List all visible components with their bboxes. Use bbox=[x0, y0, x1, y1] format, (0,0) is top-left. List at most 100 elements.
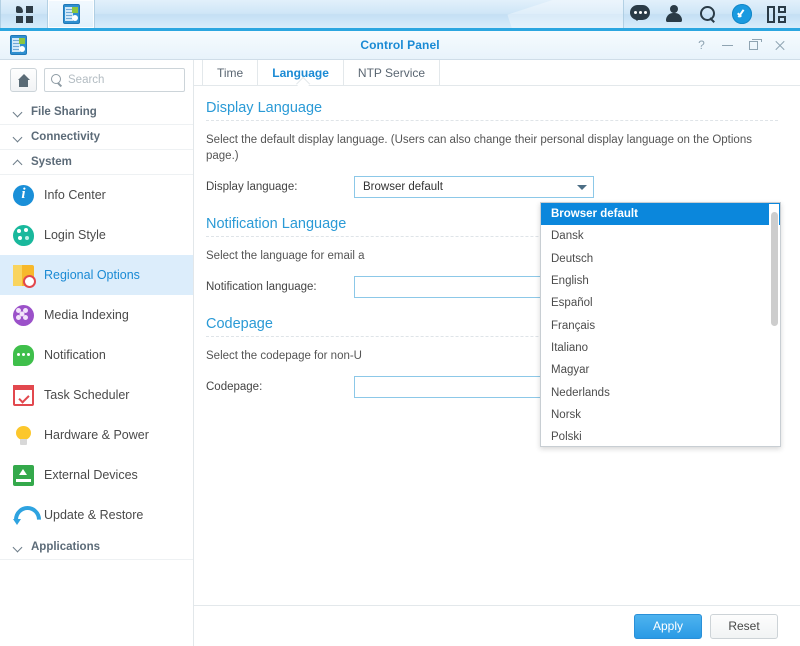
control-panel-window: Control Panel ? Search File Sharing Conn… bbox=[0, 31, 800, 646]
tab-label: Time bbox=[217, 65, 244, 80]
sidebar-item-login-style[interactable]: Login Style bbox=[0, 215, 193, 255]
sidebar-section-label: Connectivity bbox=[31, 131, 101, 143]
sidebar-section-label: File Sharing bbox=[31, 106, 97, 118]
sidebar-item-media-indexing[interactable]: Media Indexing bbox=[0, 295, 193, 335]
chevron-down-icon bbox=[14, 543, 23, 552]
window-body: File Sharing Connectivity System Info Ce… bbox=[0, 60, 800, 646]
taskbar-divider bbox=[623, 0, 624, 28]
tab-language[interactable]: Language bbox=[258, 60, 344, 85]
tab-time[interactable]: Time bbox=[202, 60, 259, 85]
sidebar-item-update-restore[interactable]: Update & Restore bbox=[0, 495, 193, 535]
dropdown-option[interactable]: Nederlands bbox=[541, 381, 780, 403]
home-button[interactable] bbox=[10, 68, 37, 92]
taskbar-tray bbox=[624, 0, 800, 28]
main-pane: Time Language NTP Service Display Langua… bbox=[194, 60, 800, 646]
sidebar-sections: File Sharing Connectivity System Info Ce… bbox=[0, 99, 193, 646]
reset-button[interactable]: Reset bbox=[710, 613, 778, 639]
dropdown-option[interactable]: Español bbox=[541, 292, 780, 314]
settings-content: Display Language Select the default disp… bbox=[194, 86, 800, 605]
task-scheduler-icon bbox=[13, 384, 34, 406]
sidebar-item-label: Notification bbox=[44, 347, 106, 362]
tab-bar: Time Language NTP Service bbox=[194, 60, 800, 86]
group-display-language: Display Language Select the default disp… bbox=[206, 100, 778, 199]
regional-options-icon bbox=[13, 264, 36, 288]
sidebar-item-label: External Devices bbox=[44, 467, 138, 482]
dropdown-option[interactable]: Browser default bbox=[541, 203, 780, 226]
dropdown-option[interactable]: Français bbox=[541, 314, 780, 336]
sidebar-item-external-devices[interactable]: External Devices bbox=[0, 455, 193, 495]
search-icon bbox=[51, 74, 63, 86]
tab-ntp-service[interactable]: NTP Service bbox=[344, 60, 441, 85]
search-icon[interactable] bbox=[692, 0, 724, 30]
sidebar-section-label: System bbox=[31, 156, 72, 168]
field-display-language: Display language: Browser default bbox=[206, 176, 778, 199]
apply-button[interactable]: Apply bbox=[634, 613, 702, 639]
sidebar-section-connectivity[interactable]: Connectivity bbox=[0, 125, 193, 150]
dropdown-option[interactable]: Deutsch bbox=[541, 248, 780, 270]
dropdown-option[interactable]: Norsk bbox=[541, 404, 780, 426]
notification-icon bbox=[13, 344, 34, 366]
sidebar-header bbox=[0, 60, 193, 99]
dropdown-option[interactable]: Dansk bbox=[541, 225, 780, 247]
display-language-dropdown[interactable]: Browser default Dansk Deutsch English Es… bbox=[540, 202, 781, 447]
bulb-icon bbox=[13, 425, 34, 446]
field-label: Codepage: bbox=[206, 381, 263, 394]
sidebar-item-info-center[interactable]: Info Center bbox=[0, 175, 193, 215]
section-description: Select the default display language. (Us… bbox=[206, 134, 752, 163]
sidebar-item-label: Task Scheduler bbox=[44, 387, 130, 402]
sidebar-item-task-scheduler[interactable]: Task Scheduler bbox=[0, 375, 193, 415]
search-box[interactable] bbox=[44, 68, 185, 92]
window-controls: ? bbox=[689, 33, 792, 57]
field-label: Notification language: bbox=[206, 281, 317, 294]
sidebar-item-label: Media Indexing bbox=[44, 307, 129, 322]
display-language-select[interactable]: Browser default bbox=[354, 176, 594, 199]
chevron-up-icon bbox=[14, 158, 23, 167]
sidebar-section-system[interactable]: System bbox=[0, 150, 193, 175]
sidebar-section-file-sharing[interactable]: File Sharing bbox=[0, 100, 193, 125]
media-indexing-icon bbox=[13, 304, 34, 326]
sidebar-section-label: Applications bbox=[31, 541, 101, 553]
grid-icon bbox=[15, 5, 33, 23]
help-button[interactable]: ? bbox=[689, 33, 714, 57]
sidebar-item-notification[interactable]: Notification bbox=[0, 335, 193, 375]
sidebar-item-label: Hardware & Power bbox=[44, 427, 149, 442]
page-title: Control Panel bbox=[360, 38, 440, 52]
sidebar-item-label: Login Style bbox=[44, 227, 106, 242]
control-panel-icon bbox=[62, 4, 80, 24]
widget-icon[interactable] bbox=[760, 0, 792, 30]
dropdown-option[interactable]: English bbox=[541, 270, 780, 292]
maximize-button[interactable] bbox=[741, 33, 766, 57]
minimize-button[interactable] bbox=[715, 33, 740, 57]
field-label: Display language: bbox=[206, 181, 298, 194]
sidebar-section-applications[interactable]: Applications bbox=[0, 535, 193, 560]
select-value: Browser default bbox=[363, 181, 443, 194]
window-titlebar[interactable]: Control Panel ? bbox=[0, 31, 800, 60]
dropdown-option[interactable]: Magyar bbox=[541, 359, 780, 381]
dropdown-option[interactable]: Italiano bbox=[541, 337, 780, 359]
sidebar: File Sharing Connectivity System Info Ce… bbox=[0, 60, 194, 646]
dropdown-scrollbar-thumb[interactable] bbox=[771, 212, 778, 326]
update-restore-icon bbox=[13, 505, 34, 526]
tab-label: Language bbox=[272, 65, 329, 80]
main-menu-button[interactable] bbox=[1, 0, 47, 28]
sidebar-item-label: Info Center bbox=[44, 187, 106, 202]
external-devices-icon bbox=[13, 464, 34, 486]
taskbar-app-control-panel[interactable] bbox=[48, 0, 94, 28]
notification-icon[interactable] bbox=[726, 0, 758, 30]
section-divider bbox=[206, 120, 778, 121]
search-input[interactable] bbox=[68, 74, 178, 86]
chevron-down-icon bbox=[577, 184, 587, 190]
user-icon[interactable] bbox=[658, 0, 690, 30]
sidebar-item-regional-options[interactable]: Regional Options bbox=[0, 255, 193, 295]
dropdown-option-list: Browser default Dansk Deutsch English Es… bbox=[541, 203, 780, 446]
close-button[interactable] bbox=[767, 33, 792, 57]
tab-label: NTP Service bbox=[357, 65, 426, 80]
sidebar-item-hardware-power[interactable]: Hardware & Power bbox=[0, 415, 193, 455]
home-icon bbox=[17, 73, 31, 87]
chevron-down-icon bbox=[14, 133, 23, 142]
taskbar-empty-area bbox=[95, 0, 623, 28]
dropdown-scrollbar[interactable] bbox=[769, 204, 779, 445]
palette-icon bbox=[13, 224, 34, 246]
dropdown-option[interactable]: Polski bbox=[541, 426, 780, 446]
chat-icon[interactable] bbox=[624, 0, 656, 30]
